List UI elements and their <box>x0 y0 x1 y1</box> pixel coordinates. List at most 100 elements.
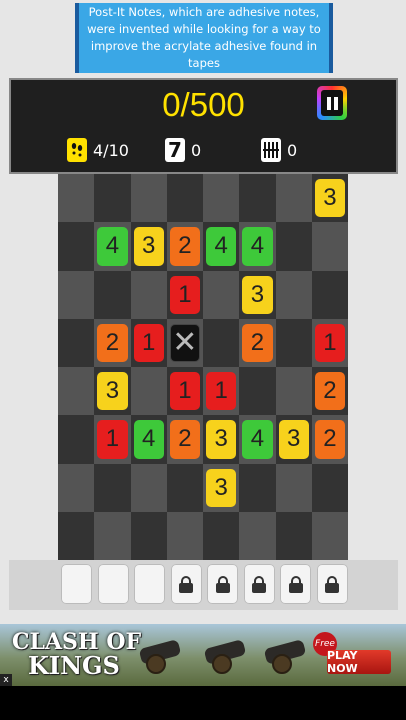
locked-slot[interactable] <box>316 564 348 604</box>
board-cell[interactable] <box>58 174 95 223</box>
board-cell[interactable]: 1 <box>311 318 348 367</box>
board-cell[interactable] <box>203 318 240 367</box>
number-tile[interactable]: 1 <box>169 372 200 411</box>
board-cell[interactable] <box>203 174 240 223</box>
number-tile[interactable]: 3 <box>314 179 345 218</box>
board-cell[interactable] <box>239 463 276 512</box>
board-cell[interactable] <box>239 367 276 416</box>
board-cell[interactable] <box>94 511 131 560</box>
number-tile[interactable]: 4 <box>242 227 273 266</box>
number-tile[interactable]: 3 <box>133 227 164 266</box>
game-board[interactable]: 3 4 3 2 4 4 1 3 2 1 ✕ 2 1 3 1 1 2 1 4 2 3 4 3 2 3 <box>58 174 348 560</box>
board-cell[interactable] <box>203 270 240 319</box>
empty-slot[interactable] <box>61 564 92 604</box>
board-cell[interactable] <box>58 318 95 367</box>
board-cell[interactable] <box>166 463 203 512</box>
number-tile[interactable]: 3 <box>206 468 237 507</box>
board-cell[interactable] <box>58 463 95 512</box>
board-cell[interactable]: ✕ <box>166 318 203 367</box>
board-cell[interactable]: 1 <box>203 367 240 416</box>
locked-slot[interactable] <box>243 564 275 604</box>
number-tile[interactable]: 2 <box>242 323 273 362</box>
board-cell[interactable] <box>130 270 167 319</box>
board-cell[interactable]: 2 <box>94 318 131 367</box>
board-cell[interactable] <box>275 270 312 319</box>
board-cell[interactable] <box>239 174 276 223</box>
board-cell[interactable] <box>94 463 131 512</box>
number-tile[interactable]: 3 <box>242 275 273 314</box>
board-cell[interactable] <box>58 511 95 560</box>
board-cell[interactable] <box>275 367 312 416</box>
board-cell[interactable] <box>58 415 95 464</box>
number-tile[interactable]: 2 <box>314 372 345 411</box>
board-cell[interactable] <box>166 511 203 560</box>
number-tile[interactable]: 4 <box>206 227 237 266</box>
board-cell[interactable] <box>58 270 95 319</box>
ad-banner[interactable]: CLASH OF KINGS Free PLAY NOW x <box>0 624 406 686</box>
number-tile[interactable]: 1 <box>206 372 237 411</box>
number-tile[interactable]: 1 <box>169 275 200 314</box>
board-cell[interactable] <box>275 463 312 512</box>
board-cell[interactable] <box>275 174 312 223</box>
number-tile[interactable]: 3 <box>97 372 128 411</box>
board-cell[interactable]: 3 <box>275 415 312 464</box>
number-tile[interactable]: 2 <box>169 420 200 459</box>
board-cell[interactable]: 3 <box>203 463 240 512</box>
board-cell[interactable] <box>166 174 203 223</box>
blocked-tile[interactable]: ✕ <box>169 323 200 362</box>
board-cell[interactable] <box>203 511 240 560</box>
number-tile[interactable]: 3 <box>206 420 237 459</box>
number-tile[interactable]: 3 <box>278 420 309 459</box>
board-cell[interactable]: 3 <box>130 222 167 271</box>
board-cell[interactable] <box>311 270 348 319</box>
board-cell[interactable] <box>94 270 131 319</box>
board-cell[interactable]: 3 <box>311 174 348 223</box>
board-cell[interactable]: 2 <box>239 318 276 367</box>
board-cell[interactable]: 2 <box>311 415 348 464</box>
locked-slot[interactable] <box>207 564 238 604</box>
board-cell[interactable]: 4 <box>239 222 276 271</box>
board-cell[interactable] <box>311 511 348 560</box>
board-cell[interactable]: 1 <box>166 270 203 319</box>
board-cell[interactable] <box>130 511 167 560</box>
board-cell[interactable]: 2 <box>166 222 203 271</box>
board-cell[interactable] <box>239 511 276 560</box>
number-tile[interactable]: 4 <box>242 420 273 459</box>
number-tile[interactable]: 2 <box>169 227 200 266</box>
ad-close-icon[interactable]: x <box>0 674 12 686</box>
board-cell[interactable] <box>130 463 167 512</box>
number-tile[interactable]: 2 <box>314 420 345 459</box>
empty-slot[interactable] <box>97 564 129 604</box>
board-cell[interactable] <box>58 222 95 271</box>
number-tile[interactable]: 1 <box>97 420 128 459</box>
board-cell[interactable] <box>130 367 167 416</box>
board-cell[interactable]: 3 <box>203 415 240 464</box>
board-cell[interactable]: 4 <box>239 415 276 464</box>
board-cell[interactable] <box>311 463 348 512</box>
board-cell[interactable]: 3 <box>239 270 276 319</box>
board-cell[interactable] <box>311 222 348 271</box>
board-cell[interactable]: 1 <box>166 367 203 416</box>
locked-slot[interactable] <box>280 564 311 604</box>
pause-button[interactable] <box>317 86 347 120</box>
number-tile[interactable]: 4 <box>133 420 164 459</box>
board-cell[interactable]: 3 <box>94 367 131 416</box>
board-cell[interactable] <box>58 367 95 416</box>
board-cell[interactable]: 4 <box>94 222 131 271</box>
empty-slot[interactable] <box>134 564 165 604</box>
board-cell[interactable] <box>130 174 167 223</box>
locked-slot[interactable] <box>170 564 202 604</box>
board-cell[interactable]: 2 <box>311 367 348 416</box>
board-cell[interactable] <box>94 174 131 223</box>
number-tile[interactable]: 2 <box>97 323 128 362</box>
board-cell[interactable]: 4 <box>203 222 240 271</box>
number-tile[interactable]: 1 <box>314 323 345 362</box>
number-tile[interactable]: 4 <box>97 227 128 266</box>
board-cell[interactable] <box>275 222 312 271</box>
board-cell[interactable]: 1 <box>94 415 131 464</box>
ad-play-now-button[interactable]: PLAY NOW <box>327 649 391 675</box>
board-cell[interactable]: 1 <box>130 318 167 367</box>
board-cell[interactable] <box>275 318 312 367</box>
number-tile[interactable]: 1 <box>133 323 164 362</box>
board-cell[interactable]: 4 <box>130 415 167 464</box>
